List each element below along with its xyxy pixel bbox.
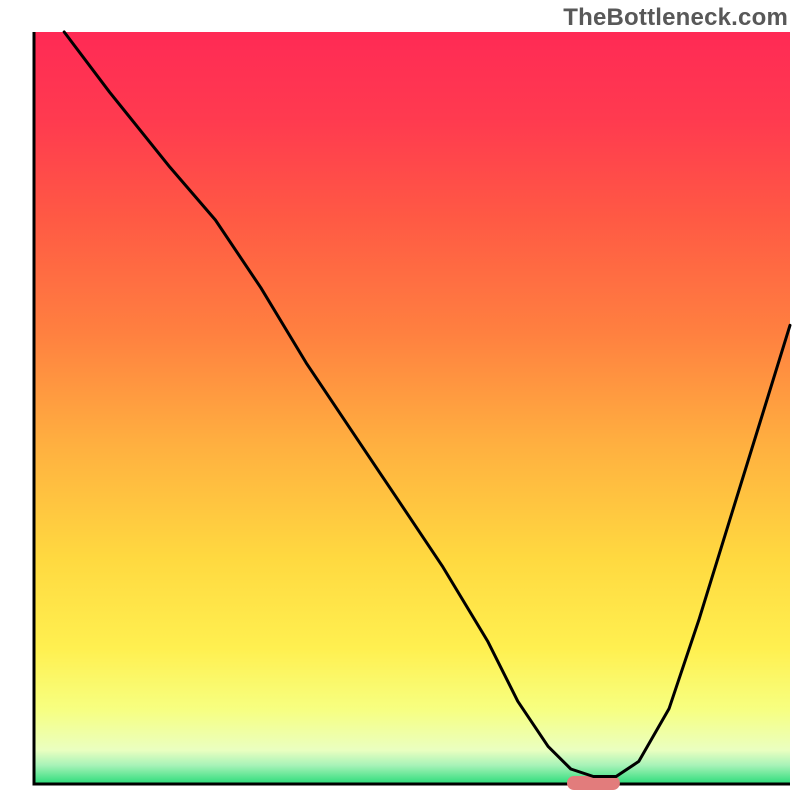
chart-container: TheBottleneck.com: [0, 0, 800, 800]
watermark-text: TheBottleneck.com: [563, 4, 788, 32]
bottleneck-chart: [0, 0, 800, 800]
optimal-marker: [567, 776, 620, 790]
plot-background: [34, 32, 790, 784]
